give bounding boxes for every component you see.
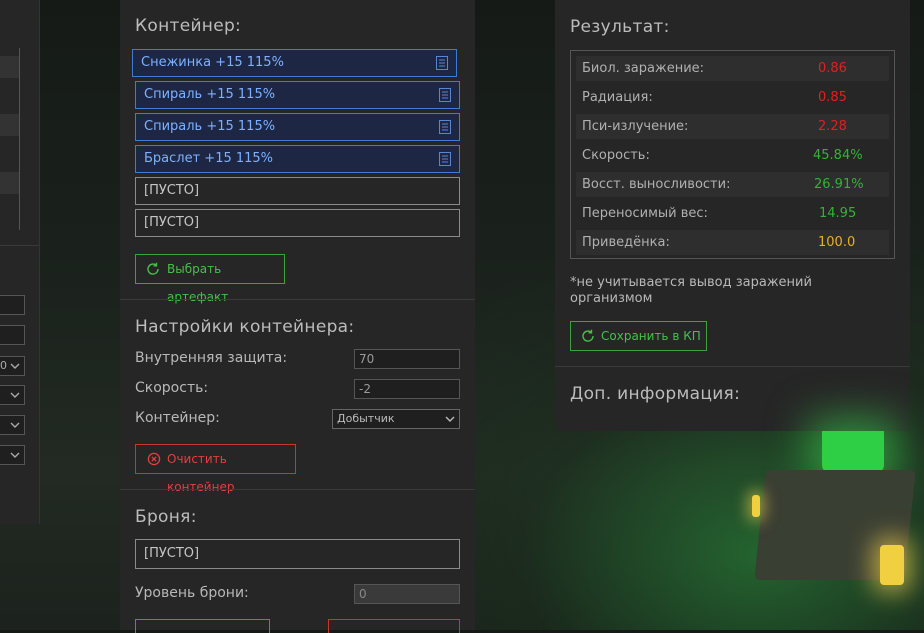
save-to-kp-button[interactable]: Сохранить в КП bbox=[570, 321, 707, 351]
divider bbox=[120, 489, 475, 490]
container-heading: Контейнер: bbox=[135, 16, 242, 36]
left-select[interactable] bbox=[0, 445, 25, 465]
candle-decoration bbox=[752, 495, 760, 517]
candle-decoration bbox=[880, 545, 904, 585]
result-row: Восст. выносливости: 26.91% bbox=[576, 172, 889, 197]
left-input[interactable] bbox=[0, 325, 25, 345]
speed-input[interactable]: -2 bbox=[354, 379, 460, 399]
result-row: Радиация: 0.85 bbox=[576, 85, 889, 110]
result-heading: Результат: bbox=[570, 17, 670, 37]
result-name: Переносимый вес: bbox=[582, 206, 708, 221]
inner-protection-label: Внутренняя защита: bbox=[135, 350, 288, 366]
slot-label: Браслет +15 115% bbox=[144, 151, 274, 166]
divider bbox=[555, 366, 910, 367]
container-settings-heading: Настройки контейнера: bbox=[135, 317, 355, 337]
refresh-icon bbox=[582, 329, 594, 342]
document-icon[interactable] bbox=[436, 56, 448, 70]
armor-choose-button[interactable] bbox=[135, 619, 270, 633]
left-row bbox=[0, 114, 19, 136]
save-to-kp-label: Сохранить в КП bbox=[601, 329, 701, 343]
left-row bbox=[0, 172, 19, 194]
left-row bbox=[0, 56, 19, 78]
chevron-down-icon bbox=[10, 422, 20, 428]
artifact-slot-6[interactable]: [ПУСТО] bbox=[135, 209, 460, 237]
result-name: Скорость: bbox=[582, 148, 650, 163]
armor-slot-label: [ПУСТО] bbox=[144, 546, 200, 561]
left-select-value: 0 bbox=[0, 359, 7, 372]
divider bbox=[0, 245, 39, 246]
result-row: Пси-излучение: 2.28 bbox=[576, 114, 889, 139]
left-border bbox=[19, 48, 20, 230]
choose-artifact-button[interactable]: Выбрать артефакт bbox=[135, 254, 285, 304]
result-row: Переносимый вес: 14.95 bbox=[576, 201, 889, 226]
chevron-down-icon bbox=[10, 392, 20, 398]
green-lamp-decoration bbox=[822, 431, 884, 473]
refresh-icon bbox=[147, 262, 159, 275]
left-panel: 0 bbox=[0, 0, 40, 524]
slot-label: [ПУСТО] bbox=[144, 183, 200, 198]
artifact-slot-4[interactable]: Браслет +15 115% bbox=[135, 145, 460, 173]
result-table: Биол. заражение: 0.86 Радиация: 0.85 Пси… bbox=[570, 50, 895, 259]
result-value: 100.0 bbox=[818, 235, 856, 250]
extra-info-heading: Доп. информация: bbox=[570, 384, 741, 404]
clear-container-button[interactable]: Очистить контейнер bbox=[135, 444, 296, 494]
artifact-slot-1[interactable]: Снежинка +15 115% bbox=[132, 49, 457, 77]
result-name: Пси-излучение: bbox=[582, 119, 689, 134]
armor-slot[interactable]: [ПУСТО] bbox=[135, 539, 460, 569]
artifact-slot-2[interactable]: Спираль +15 115% bbox=[135, 81, 460, 109]
armor-level-input[interactable]: 0 bbox=[354, 584, 460, 604]
result-row: Биол. заражение: 0.86 bbox=[576, 56, 889, 81]
armor-heading: Броня: bbox=[135, 507, 197, 527]
artifact-slot-3[interactable]: Спираль +15 115% bbox=[135, 113, 460, 141]
document-icon[interactable] bbox=[439, 120, 451, 134]
center-panel: Контейнер: Снежинка +15 115% Спираль +15… bbox=[120, 0, 475, 633]
chevron-down-icon bbox=[10, 452, 20, 458]
result-value: 45.84% bbox=[813, 148, 863, 163]
result-row: Скорость: 45.84% bbox=[576, 143, 889, 168]
result-row: Приведёнка: 100.0 bbox=[576, 230, 889, 255]
container-type-label: Контейнер: bbox=[135, 410, 220, 426]
result-name: Радиация: bbox=[582, 90, 653, 105]
result-name: Приведёнка: bbox=[582, 235, 670, 250]
result-value: 14.95 bbox=[819, 206, 857, 221]
result-note: *не учитывается вывод заражений организм… bbox=[570, 275, 812, 306]
result-name: Восст. выносливости: bbox=[582, 177, 731, 192]
armor-clear-button[interactable] bbox=[328, 619, 460, 633]
right-panel: Результат: Биол. заражение: 0.86 Радиаци… bbox=[555, 0, 910, 431]
divider bbox=[120, 299, 475, 300]
slot-label: Снежинка +15 115% bbox=[141, 55, 284, 70]
container-type-value: Добытчик bbox=[337, 412, 395, 425]
left-select[interactable] bbox=[0, 415, 25, 435]
close-circle-icon bbox=[147, 452, 161, 466]
slot-label: [ПУСТО] bbox=[144, 215, 200, 230]
chevron-down-icon bbox=[10, 363, 20, 369]
document-icon[interactable] bbox=[439, 152, 451, 166]
choose-artifact-label: Выбрать артефакт bbox=[167, 262, 229, 304]
clear-container-label: Очистить контейнер bbox=[167, 452, 235, 494]
speed-label: Скорость: bbox=[135, 380, 209, 396]
left-select[interactable]: 0 bbox=[0, 356, 25, 376]
container-type-select[interactable]: Добытчик bbox=[332, 409, 460, 429]
result-value: 0.85 bbox=[818, 90, 847, 105]
armor-level-label: Уровень брони: bbox=[135, 585, 249, 601]
inner-protection-input[interactable]: 70 bbox=[354, 349, 460, 369]
artifact-slot-5[interactable]: [ПУСТО] bbox=[135, 177, 460, 205]
result-name: Биол. заражение: bbox=[582, 61, 705, 76]
document-icon[interactable] bbox=[439, 88, 451, 102]
left-input[interactable] bbox=[0, 295, 25, 315]
result-value: 2.28 bbox=[818, 119, 847, 134]
left-select[interactable] bbox=[0, 385, 25, 405]
slot-label: Спираль +15 115% bbox=[144, 119, 276, 134]
result-value: 26.91% bbox=[814, 177, 864, 192]
slot-label: Спираль +15 115% bbox=[144, 87, 276, 102]
result-value: 0.86 bbox=[818, 61, 847, 76]
chevron-down-icon bbox=[445, 416, 455, 422]
